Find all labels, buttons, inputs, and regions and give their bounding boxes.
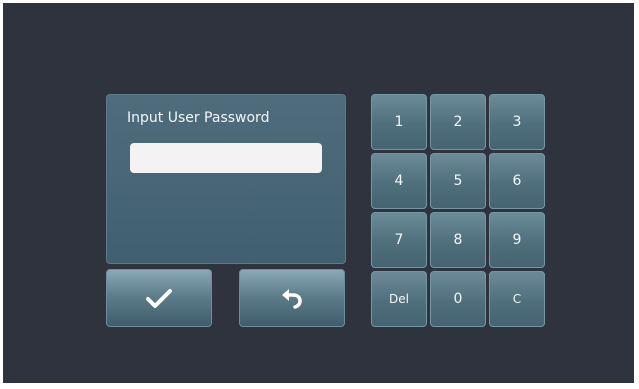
key-6[interactable]: 6: [489, 153, 545, 209]
back-button[interactable]: [239, 269, 345, 327]
key-2[interactable]: 2: [430, 94, 486, 150]
key-delete[interactable]: Del: [371, 271, 427, 327]
password-input[interactable]: [130, 143, 322, 173]
return-arrow-icon: [282, 289, 302, 309]
key-9[interactable]: 9: [489, 212, 545, 268]
key-3[interactable]: 3: [489, 94, 545, 150]
key-4[interactable]: 4: [371, 153, 427, 209]
checkmark-icon: [146, 289, 172, 308]
numeric-keypad: 1 2 3 4 5 6 7 8 9 Del 0 C: [371, 94, 547, 328]
key-5[interactable]: 5: [430, 153, 486, 209]
panel-title: Input User Password: [127, 110, 270, 126]
confirm-button[interactable]: [106, 269, 212, 327]
password-screen: Input User Password 1 2 3 4 5 6 7 8 9 De…: [3, 3, 634, 383]
key-8[interactable]: 8: [430, 212, 486, 268]
password-panel: Input User Password: [106, 94, 346, 264]
key-clear[interactable]: C: [489, 271, 545, 327]
key-1[interactable]: 1: [371, 94, 427, 150]
key-0[interactable]: 0: [430, 271, 486, 327]
key-7[interactable]: 7: [371, 212, 427, 268]
